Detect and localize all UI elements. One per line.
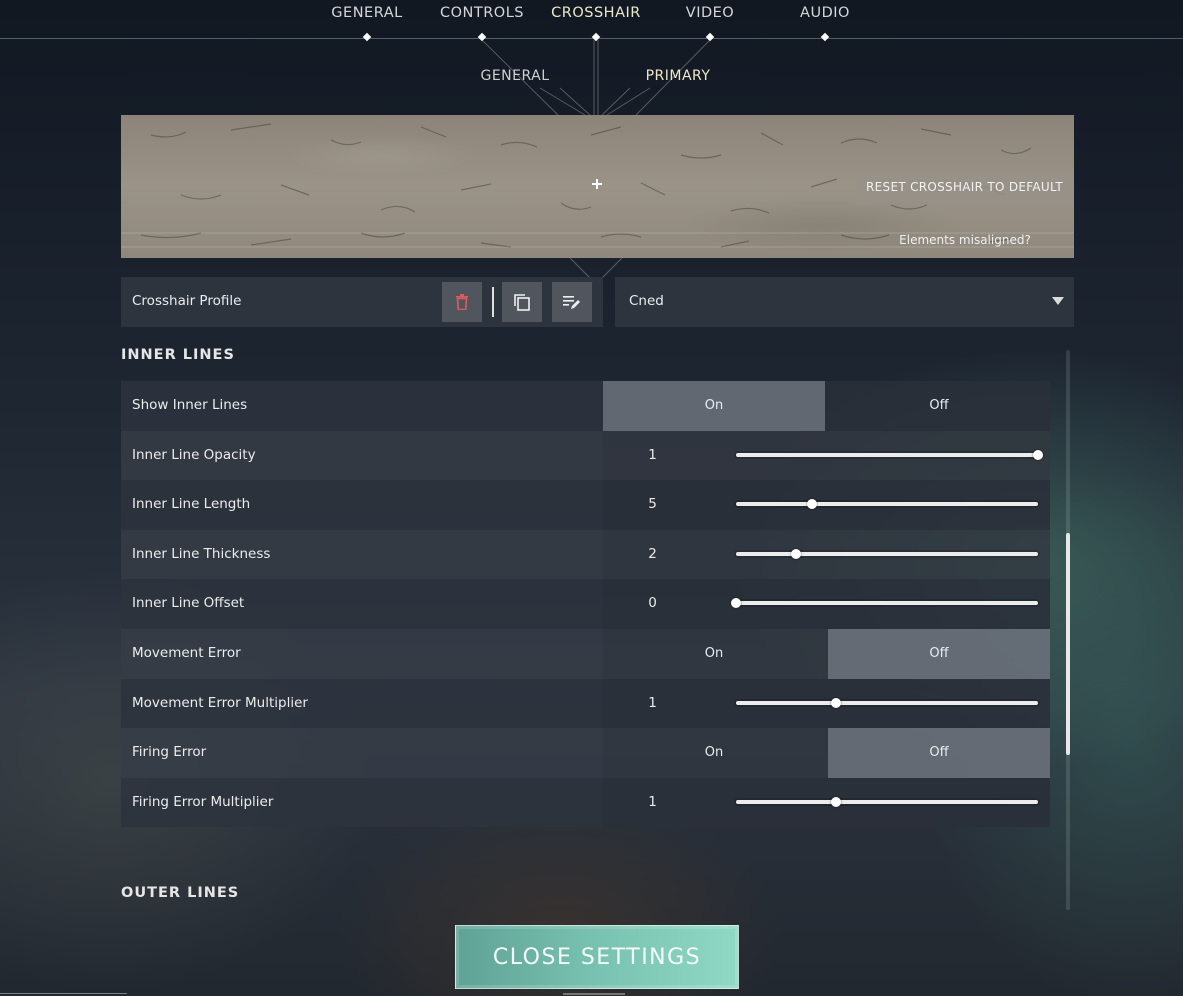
slider-value[interactable]: 5 xyxy=(603,496,702,512)
setting-row: Movement Error Multiplier 1 xyxy=(121,678,1050,729)
toggle-option-on[interactable]: On xyxy=(603,629,825,679)
slider-control: 1 xyxy=(603,430,1050,481)
slider-thumb[interactable] xyxy=(731,598,741,609)
setting-label: Inner Line Opacity xyxy=(132,446,256,463)
reset-crosshair-button[interactable]: RESET CROSSHAIR TO DEFAULT xyxy=(856,169,1073,204)
slider-control: 0 xyxy=(603,579,1050,629)
slider-value[interactable]: 1 xyxy=(603,695,702,711)
setting-label: Firing Error Multiplier xyxy=(132,793,274,810)
slider-control: 2 xyxy=(603,529,1050,580)
slider-control: 1 xyxy=(603,777,1050,828)
rename-profile-button[interactable] xyxy=(552,282,592,322)
setting-row: Movement Error On Off xyxy=(121,628,1050,679)
setting-label: Show Inner Lines xyxy=(132,397,248,413)
setting-label: Inner Line Length xyxy=(132,496,251,513)
subtab-primary[interactable]: PRIMARY xyxy=(618,68,738,84)
slider-thumb[interactable] xyxy=(791,548,802,559)
scrollbar-thumb[interactable] xyxy=(1066,533,1070,755)
slider-track[interactable] xyxy=(736,499,1038,510)
crosshair-profile-label: Crosshair Profile xyxy=(132,293,242,309)
copy-icon xyxy=(514,294,530,311)
crosshair-profile-dropdown[interactable]: Cned xyxy=(615,277,1074,327)
divider xyxy=(563,993,625,995)
setting-row: Show Inner Lines On Off xyxy=(121,381,1050,431)
setting-label: Firing Error xyxy=(132,744,207,761)
slider-track[interactable] xyxy=(731,598,1038,609)
setting-label: Movement Error xyxy=(132,644,241,661)
toggle-control: On Off xyxy=(603,381,1050,431)
divider xyxy=(0,993,127,994)
toggle-option-off[interactable]: Off xyxy=(828,728,1050,778)
outer-lines-title: OUTER LINES xyxy=(121,885,240,901)
slider-control: 5 xyxy=(603,480,1050,530)
slider-thumb[interactable] xyxy=(1033,449,1043,460)
slider-thumb[interactable] xyxy=(830,796,841,807)
setting-row: Inner Line Offset 0 xyxy=(121,579,1050,629)
selected-profile: Cned xyxy=(629,293,664,309)
setting-label: Inner Line Offset xyxy=(132,595,245,612)
slider-value[interactable]: 1 xyxy=(603,447,702,463)
slider-track[interactable] xyxy=(736,548,1038,559)
scrollbar[interactable] xyxy=(1066,350,1070,910)
elements-misaligned-link[interactable]: Elements misaligned? xyxy=(860,233,1070,247)
trash-icon xyxy=(456,294,468,310)
delete-profile-button[interactable] xyxy=(442,282,482,322)
slider-value[interactable]: 2 xyxy=(603,546,702,562)
slider-thumb[interactable] xyxy=(806,499,817,510)
setting-row: Firing Error On Off xyxy=(121,728,1050,778)
toggle-option-off[interactable]: Off xyxy=(828,381,1050,431)
inner-lines-settings: Show Inner Lines On Off Inner Line Opacity 1… xyxy=(121,381,1050,828)
close-settings-button[interactable]: CLOSE SETTINGS xyxy=(455,925,739,989)
toggle-control: On Off xyxy=(603,628,1050,679)
crosshair-profile-row: Crosshair Profile xyxy=(121,277,603,327)
slider-thumb[interactable] xyxy=(830,697,841,708)
slider-value[interactable]: 1 xyxy=(603,794,702,810)
setting-row: Firing Error Multiplier 1 xyxy=(121,777,1050,828)
setting-label: Movement Error Multiplier xyxy=(132,694,308,711)
setting-label: Inner Line Thickness xyxy=(132,545,271,562)
slider-track[interactable] xyxy=(736,697,1038,708)
copy-profile-button[interactable] xyxy=(502,282,542,322)
subtab-general[interactable]: GENERAL xyxy=(455,68,575,84)
edit-list-icon xyxy=(563,296,580,309)
slider-track[interactable] xyxy=(736,796,1038,807)
inner-lines-title: INNER LINES xyxy=(121,347,235,363)
slider-track[interactable] xyxy=(736,449,1043,460)
divider xyxy=(492,287,494,317)
toggle-option-on[interactable]: On xyxy=(603,381,825,431)
crosshair-icon xyxy=(590,177,604,191)
slider-control: 1 xyxy=(603,678,1050,729)
setting-row: Inner Line Thickness 2 xyxy=(121,529,1050,580)
setting-row: Inner Line Length 5 xyxy=(121,480,1050,530)
toggle-option-on[interactable]: On xyxy=(603,728,825,778)
toggle-option-off[interactable]: Off xyxy=(828,628,1050,679)
chevron-down-icon xyxy=(1052,297,1064,305)
setting-row: Inner Line Opacity 1 xyxy=(121,430,1050,481)
toggle-control: On Off xyxy=(603,728,1050,778)
slider-value[interactable]: 0 xyxy=(603,595,702,611)
